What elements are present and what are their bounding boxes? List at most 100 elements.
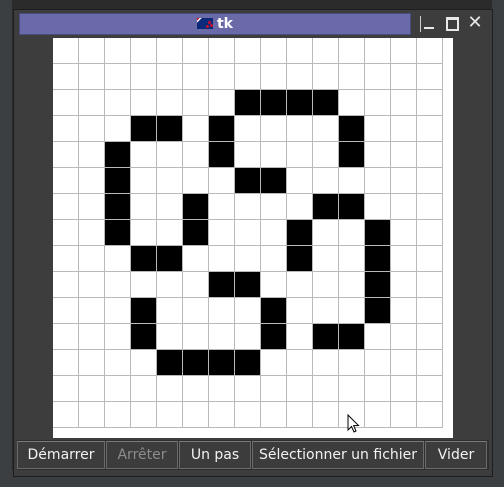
cell-alive[interactable] [261, 298, 287, 324]
cell-dead[interactable] [287, 350, 313, 376]
cell-dead[interactable] [79, 246, 105, 272]
cell-dead[interactable] [417, 142, 443, 168]
cell-alive[interactable] [131, 298, 157, 324]
cell-dead[interactable] [365, 168, 391, 194]
cell-dead[interactable] [131, 350, 157, 376]
cell-dead[interactable] [79, 402, 105, 428]
cell-dead[interactable] [235, 220, 261, 246]
cell-dead[interactable] [131, 272, 157, 298]
cell-dead[interactable] [105, 324, 131, 350]
cell-dead[interactable] [235, 38, 261, 64]
cell-alive[interactable] [183, 350, 209, 376]
cell-alive[interactable] [339, 194, 365, 220]
cell-dead[interactable] [209, 168, 235, 194]
cell-dead[interactable] [391, 38, 417, 64]
cell-dead[interactable] [261, 194, 287, 220]
cell-dead[interactable] [417, 220, 443, 246]
cell-dead[interactable] [157, 38, 183, 64]
cell-dead[interactable] [79, 38, 105, 64]
cell-alive[interactable] [365, 220, 391, 246]
cell-dead[interactable] [157, 142, 183, 168]
cell-dead[interactable] [287, 402, 313, 428]
cell-alive[interactable] [105, 142, 131, 168]
cell-dead[interactable] [261, 38, 287, 64]
cell-dead[interactable] [391, 402, 417, 428]
cell-dead[interactable] [53, 324, 79, 350]
cell-dead[interactable] [131, 402, 157, 428]
cell-dead[interactable] [183, 116, 209, 142]
cell-dead[interactable] [313, 116, 339, 142]
cell-dead[interactable] [53, 350, 79, 376]
cell-dead[interactable] [261, 272, 287, 298]
cell-dead[interactable] [261, 402, 287, 428]
cell-dead[interactable] [235, 246, 261, 272]
cell-dead[interactable] [79, 64, 105, 90]
cell-dead[interactable] [417, 90, 443, 116]
cell-dead[interactable] [417, 298, 443, 324]
cell-dead[interactable] [105, 90, 131, 116]
cell-dead[interactable] [313, 38, 339, 64]
cell-dead[interactable] [183, 246, 209, 272]
cell-dead[interactable] [261, 64, 287, 90]
cell-dead[interactable] [53, 194, 79, 220]
cell-dead[interactable] [287, 142, 313, 168]
cell-alive[interactable] [365, 298, 391, 324]
cell-dead[interactable] [235, 376, 261, 402]
cell-alive[interactable] [287, 90, 313, 116]
step-button[interactable]: Un pas [179, 441, 251, 469]
cell-alive[interactable] [339, 116, 365, 142]
cell-dead[interactable] [157, 376, 183, 402]
cell-dead[interactable] [53, 168, 79, 194]
cell-dead[interactable] [157, 168, 183, 194]
cell-dead[interactable] [131, 194, 157, 220]
cell-dead[interactable] [391, 168, 417, 194]
cell-dead[interactable] [365, 376, 391, 402]
cell-dead[interactable] [287, 324, 313, 350]
cell-dead[interactable] [53, 116, 79, 142]
cell-dead[interactable] [209, 64, 235, 90]
cell-dead[interactable] [339, 38, 365, 64]
cell-dead[interactable] [391, 324, 417, 350]
cell-dead[interactable] [391, 116, 417, 142]
cell-dead[interactable] [417, 116, 443, 142]
cell-dead[interactable] [157, 194, 183, 220]
cell-dead[interactable] [53, 402, 79, 428]
cell-dead[interactable] [53, 246, 79, 272]
cell-dead[interactable] [391, 220, 417, 246]
cell-alive[interactable] [105, 194, 131, 220]
cell-dead[interactable] [287, 64, 313, 90]
cell-alive[interactable] [313, 324, 339, 350]
cell-alive[interactable] [235, 272, 261, 298]
cell-dead[interactable] [365, 90, 391, 116]
cell-alive[interactable] [157, 116, 183, 142]
game-canvas[interactable] [53, 38, 453, 438]
cell-dead[interactable] [79, 376, 105, 402]
cell-dead[interactable] [105, 376, 131, 402]
start-button[interactable]: Démarrer [17, 441, 105, 469]
cell-alive[interactable] [105, 220, 131, 246]
cell-dead[interactable] [53, 376, 79, 402]
cell-dead[interactable] [79, 168, 105, 194]
cell-alive[interactable] [131, 246, 157, 272]
cell-dead[interactable] [79, 298, 105, 324]
cell-dead[interactable] [261, 376, 287, 402]
cell-dead[interactable] [287, 298, 313, 324]
cell-alive[interactable] [339, 142, 365, 168]
cell-alive[interactable] [183, 194, 209, 220]
cell-dead[interactable] [287, 272, 313, 298]
cell-dead[interactable] [417, 38, 443, 64]
cell-dead[interactable] [157, 402, 183, 428]
cell-dead[interactable] [391, 298, 417, 324]
select-file-button[interactable]: Sélectionner un fichier [252, 441, 424, 469]
cell-dead[interactable] [105, 246, 131, 272]
cell-dead[interactable] [105, 402, 131, 428]
cell-dead[interactable] [391, 90, 417, 116]
cell-dead[interactable] [235, 402, 261, 428]
cell-alive[interactable] [313, 194, 339, 220]
cell-dead[interactable] [209, 194, 235, 220]
cell-alive[interactable] [261, 168, 287, 194]
cell-dead[interactable] [261, 142, 287, 168]
cell-dead[interactable] [131, 90, 157, 116]
cell-dead[interactable] [339, 64, 365, 90]
cell-dead[interactable] [131, 220, 157, 246]
